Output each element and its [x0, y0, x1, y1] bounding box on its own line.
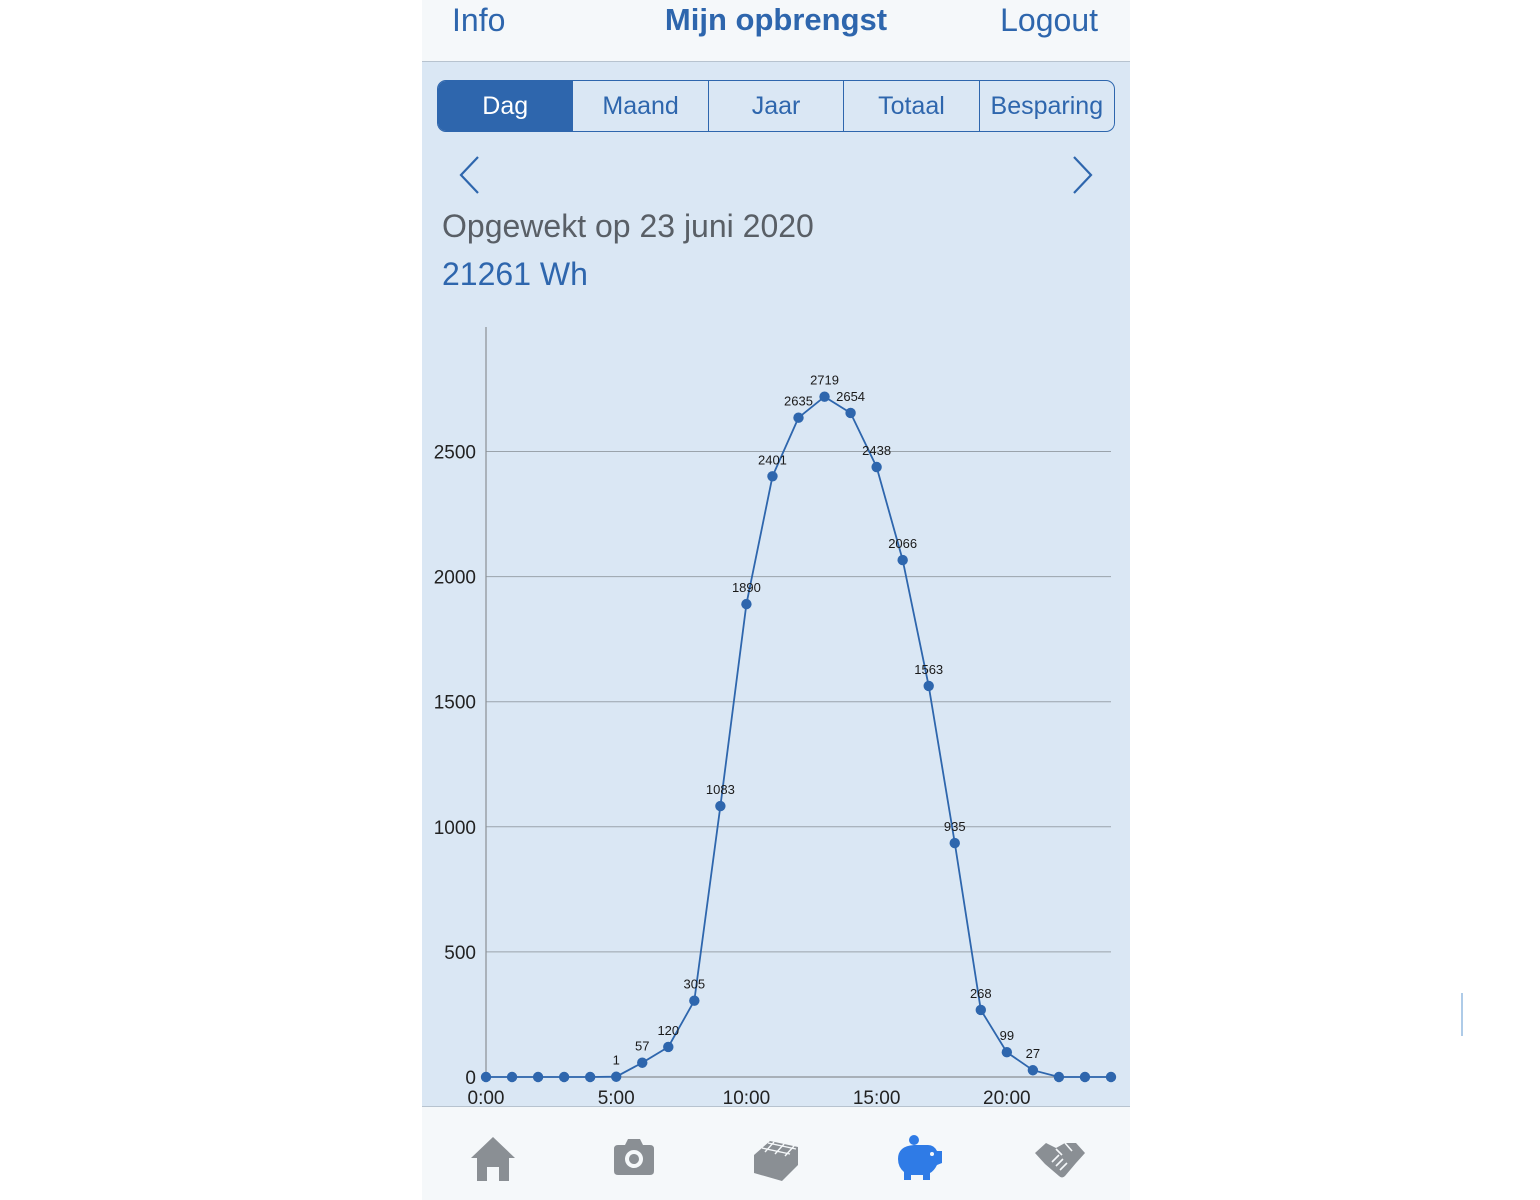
period-segmented-control: Dag Maand Jaar Totaal Besparing — [437, 80, 1115, 132]
logout-button[interactable]: Logout — [1000, 2, 1098, 39]
data-point — [663, 1041, 674, 1053]
previous-day-button[interactable] — [450, 152, 490, 198]
data-label: 57 — [635, 1039, 649, 1054]
data-point — [923, 680, 934, 692]
piggy-bank-icon — [898, 1135, 942, 1180]
data-point — [1027, 1065, 1039, 1076]
camera-icon — [614, 1139, 654, 1175]
data-point — [871, 461, 882, 473]
handshake-icon — [1035, 1142, 1085, 1178]
tab-savings[interactable] — [890, 1133, 946, 1183]
data-label: 935 — [944, 819, 966, 834]
data-point — [1001, 1047, 1013, 1058]
next-day-button[interactable] — [1062, 152, 1102, 198]
y-tick-label: 1000 — [434, 818, 476, 839]
data-point — [637, 1057, 648, 1068]
solar-panel-icon — [754, 1141, 798, 1181]
data-point — [975, 1004, 986, 1016]
data-point — [1105, 1071, 1117, 1083]
tab-totaal[interactable]: Totaal — [843, 81, 978, 131]
decorative-line — [1461, 993, 1463, 1036]
tab-besparing[interactable]: Besparing — [978, 81, 1114, 131]
data-point — [689, 995, 700, 1006]
generated-date-label: Opgewekt op 23 juni 2020 — [442, 208, 814, 244]
data-label: 1890 — [732, 580, 761, 595]
data-point — [949, 837, 960, 849]
data-point — [897, 554, 908, 566]
x-tick-label: 0:00 — [468, 1088, 505, 1106]
home-icon — [471, 1137, 515, 1181]
data-point — [532, 1071, 544, 1083]
data-label: 27 — [1026, 1046, 1040, 1061]
data-label: 1563 — [914, 662, 943, 677]
tab-solar-panels[interactable] — [748, 1133, 804, 1183]
data-point — [558, 1071, 570, 1083]
tab-deals[interactable] — [1032, 1133, 1088, 1183]
top-navigation-bar: Info Mijn opbrengst Logout — [422, 0, 1130, 62]
data-point — [741, 598, 752, 610]
data-point — [767, 471, 778, 482]
tab-home[interactable] — [465, 1133, 521, 1183]
data-label: 2719 — [810, 373, 839, 388]
data-label: 305 — [683, 977, 705, 992]
x-tick-label: 10:00 — [723, 1088, 771, 1106]
data-label: 2401 — [758, 452, 787, 467]
y-tick-label: 2000 — [434, 568, 476, 589]
data-label: 120 — [657, 1023, 679, 1038]
data-point — [480, 1071, 492, 1083]
data-point — [1079, 1071, 1091, 1083]
y-tick-label: 0 — [465, 1068, 476, 1089]
data-label: 2438 — [862, 443, 891, 458]
data-point — [793, 412, 804, 423]
data-label: 2066 — [888, 536, 917, 551]
tab-camera[interactable] — [606, 1133, 662, 1183]
tab-dag[interactable]: Dag — [438, 81, 573, 131]
generated-total-value: 21261 Wh — [442, 256, 588, 292]
y-tick-label: 1500 — [434, 693, 476, 714]
series-line — [486, 395, 1111, 1078]
tab-jaar[interactable]: Jaar — [707, 81, 843, 131]
data-label: 99 — [1000, 1028, 1014, 1043]
x-tick-label: 5:00 — [598, 1088, 635, 1106]
data-label: 2635 — [784, 394, 813, 409]
data-point — [845, 407, 856, 419]
x-tick-label: 15:00 — [853, 1088, 901, 1106]
chevron-left-icon — [459, 156, 479, 194]
y-tick-label: 500 — [444, 943, 476, 964]
daily-yield-chart: 0 500 1000 1500 2000 2500 0:00 5:00 10:00 15:00 20… — [434, 327, 1117, 1106]
data-label: 2654 — [836, 389, 865, 404]
data-label: 268 — [970, 986, 992, 1001]
tab-maand[interactable]: Maand — [572, 81, 707, 131]
data-point — [611, 1071, 622, 1082]
app-screen: Info Mijn opbrengst Logout Dag Maand Jaa… — [422, 0, 1130, 1200]
data-point — [1053, 1071, 1065, 1083]
data-point — [715, 800, 726, 812]
data-label: 1 — [613, 1053, 620, 1068]
data-point — [506, 1071, 518, 1083]
y-tick-label: 2500 — [434, 443, 476, 464]
data-point — [584, 1071, 596, 1083]
x-tick-label: 20:00 — [983, 1088, 1031, 1106]
data-point — [819, 391, 830, 402]
data-label: 1083 — [706, 782, 735, 797]
bottom-tab-bar — [422, 1106, 1130, 1200]
chevron-right-icon — [1073, 156, 1093, 194]
